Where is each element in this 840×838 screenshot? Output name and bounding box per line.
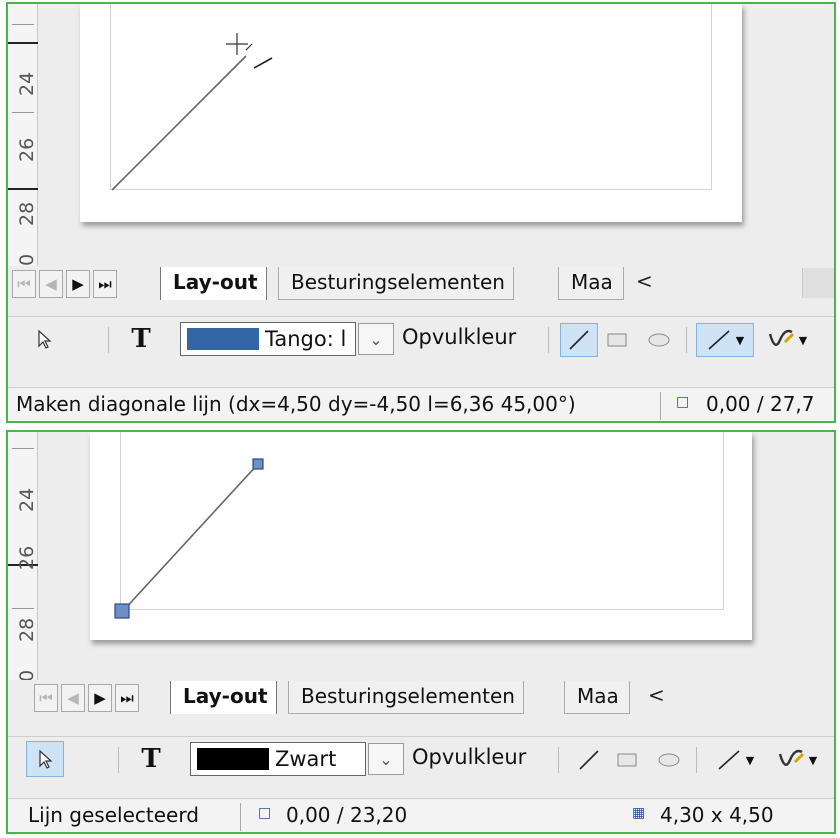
tab-besturingselementen[interactable]: Besturingselementen bbox=[278, 267, 514, 300]
drawing-window-bottom: 24 26 28 0 ⏮ ◀ ▶ ⏭ Lay-out Besturingsele… bbox=[6, 430, 836, 834]
line-icon bbox=[579, 750, 599, 770]
rectangle-tool-button[interactable] bbox=[602, 325, 632, 355]
toolbar-separator bbox=[696, 747, 697, 773]
drawing-toolbar: T Tango: l ⌄ Opvulkleur ▼ ▼ bbox=[8, 316, 834, 360]
line-tool-button[interactable] bbox=[570, 743, 608, 777]
curves-button[interactable]: ▼ bbox=[760, 325, 814, 355]
tab-scroll-left-icon[interactable]: < bbox=[636, 269, 653, 293]
status-separator bbox=[240, 803, 241, 831]
pointer-icon bbox=[38, 329, 52, 349]
selection-handle-end[interactable] bbox=[252, 458, 264, 470]
chevron-down-icon: ▼ bbox=[745, 753, 755, 767]
next-sheet-icon[interactable]: ▶ bbox=[66, 270, 90, 298]
ellipse-tool-button[interactable] bbox=[654, 745, 684, 775]
horizontal-scrollbar[interactable] bbox=[802, 268, 834, 298]
chevron-down-icon: ▼ bbox=[798, 333, 808, 347]
rectangle-icon bbox=[607, 333, 627, 347]
selection-handle-start[interactable] bbox=[114, 603, 130, 619]
position-icon: □ bbox=[676, 394, 690, 410]
sheet-tab-bar: ⏮ ◀ ▶ ⏭ Lay-out Besturingselementen Maa … bbox=[8, 266, 834, 302]
status-message: Maken diagonale lijn (dx=4,50 dy=-4,50 l… bbox=[16, 392, 576, 416]
lines-arrows-button[interactable]: ▼ bbox=[696, 323, 754, 357]
fill-color-label[interactable]: Opvulkleur bbox=[412, 745, 526, 769]
curve-icon bbox=[778, 749, 804, 766]
line-tool-button[interactable] bbox=[560, 323, 598, 357]
previous-sheet-icon[interactable]: ◀ bbox=[61, 684, 85, 712]
line-color-dropdown[interactable]: ⌄ bbox=[358, 323, 394, 355]
pointer-icon bbox=[39, 749, 53, 769]
toolbar-separator bbox=[558, 747, 559, 773]
first-sheet-icon[interactable]: ⏮ bbox=[12, 270, 36, 298]
tab-maatlijnen[interactable]: Maa bbox=[558, 267, 624, 300]
line-color-box[interactable]: Zwart bbox=[190, 742, 366, 776]
first-sheet-icon[interactable]: ⏮ bbox=[34, 684, 58, 712]
line-color-dropdown[interactable]: ⌄ bbox=[368, 743, 404, 775]
line-preview-stroke bbox=[253, 57, 273, 69]
text-tool-button[interactable]: T bbox=[134, 743, 168, 775]
fill-color-label[interactable]: Opvulkleur bbox=[402, 325, 516, 349]
size-icon: ▦ bbox=[632, 805, 646, 821]
lines-arrows-button[interactable]: ▼ bbox=[706, 743, 764, 777]
ellipse-tool-button[interactable] bbox=[644, 325, 674, 355]
toolbar-separator bbox=[118, 747, 119, 773]
tab-scroll-left-icon[interactable]: < bbox=[648, 683, 665, 707]
next-sheet-icon[interactable]: ▶ bbox=[88, 684, 112, 712]
tab-lay-out[interactable]: Lay-out bbox=[170, 681, 277, 714]
last-sheet-icon[interactable]: ⏭ bbox=[115, 684, 139, 712]
select-tool-button[interactable] bbox=[28, 323, 60, 355]
line-icon bbox=[569, 330, 589, 350]
select-tool-button[interactable] bbox=[26, 741, 64, 777]
status-separator bbox=[660, 392, 661, 420]
status-size: 4,30 x 4,50 bbox=[660, 803, 774, 827]
toolbar-separator bbox=[548, 327, 549, 353]
line-icon bbox=[718, 750, 740, 770]
rectangle-icon bbox=[617, 753, 637, 767]
chevron-down-icon: ▼ bbox=[735, 333, 745, 347]
line-color-name: Zwart bbox=[275, 747, 337, 771]
text-tool-button[interactable]: T bbox=[124, 323, 158, 355]
line-icon bbox=[708, 330, 730, 350]
selected-diagonal-line[interactable] bbox=[121, 463, 259, 613]
curves-button[interactable]: ▼ bbox=[770, 745, 824, 775]
position-icon: □ bbox=[258, 805, 272, 821]
tab-maatlijnen[interactable]: Maa bbox=[564, 681, 630, 714]
line-color-swatch bbox=[197, 748, 269, 770]
status-bar: Maken diagonale lijn (dx=4,50 dy=-4,50 l… bbox=[8, 387, 834, 421]
status-position: 0,00 / 23,20 bbox=[286, 803, 408, 827]
status-position: 0,00 / 27,7 bbox=[706, 392, 815, 416]
chevron-down-icon: ▼ bbox=[808, 753, 818, 767]
status-message: Lijn geselecteerd bbox=[28, 803, 199, 827]
sheet-tab-bar: ⏮ ◀ ▶ ⏭ Lay-out Besturingselementen Maa … bbox=[8, 680, 834, 716]
diagonal-line-in-progress bbox=[111, 55, 247, 191]
toolbar-separator bbox=[108, 327, 109, 353]
drawing-canvas[interactable] bbox=[8, 4, 836, 266]
last-sheet-icon[interactable]: ⏭ bbox=[93, 270, 117, 298]
crosshair-cursor-icon bbox=[226, 33, 253, 55]
drawing-canvas[interactable] bbox=[8, 432, 836, 680]
previous-sheet-icon[interactable]: ◀ bbox=[39, 270, 63, 298]
status-bar: Lijn geselecteerd □ 0,00 / 23,20 ▦ 4,30 … bbox=[8, 798, 834, 832]
curve-icon bbox=[768, 329, 794, 346]
line-color-box[interactable]: Tango: l bbox=[180, 322, 356, 356]
drawing-toolbar: T Zwart ⌄ Opvulkleur ▼ ▼ bbox=[8, 736, 834, 780]
tab-besturingselementen[interactable]: Besturingselementen bbox=[288, 681, 524, 714]
drawing-window-top: 24 26 28 0 ⏮ ◀ ▶ ⏭ Lay-out Besturingsele… bbox=[6, 2, 836, 423]
line-color-swatch bbox=[187, 328, 259, 350]
line-color-name: Tango: l bbox=[265, 327, 347, 351]
rectangle-tool-button[interactable] bbox=[612, 745, 642, 775]
tab-lay-out[interactable]: Lay-out bbox=[160, 267, 267, 300]
ellipse-icon bbox=[658, 753, 680, 767]
ellipse-icon bbox=[648, 333, 670, 347]
toolbar-separator bbox=[686, 327, 687, 353]
